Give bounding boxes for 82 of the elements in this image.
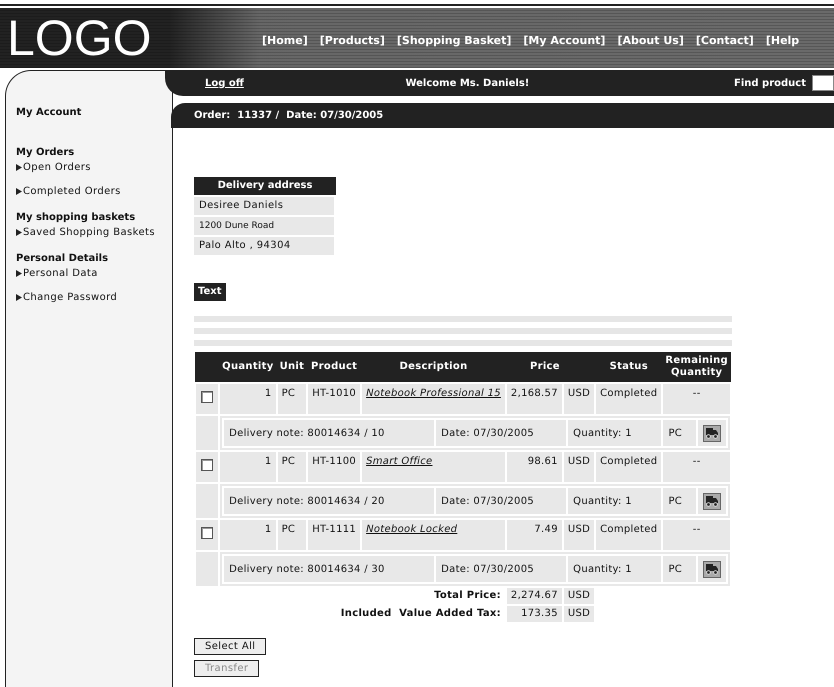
- sidebar-link[interactable]: Saved Shopping Baskets: [16, 225, 172, 249]
- find-field[interactable]: [812, 75, 834, 91]
- column-header: Price: [506, 352, 563, 383]
- row-checkbox[interactable]: [201, 391, 214, 403]
- text-label: Text: [194, 283, 226, 301]
- arrow-icon: [16, 188, 22, 195]
- table-cell: 98.61: [506, 451, 563, 483]
- delivery-quantity: Quantity: 1: [567, 555, 662, 583]
- sidebar-heading: Personal Details: [16, 253, 110, 266]
- column-header: Product: [307, 352, 362, 383]
- nav-link[interactable]: [Home]: [262, 34, 308, 46]
- table-cell: 1: [219, 383, 277, 415]
- column-header: Quantity: [219, 352, 277, 383]
- row-checkbox[interactable]: [201, 459, 214, 471]
- truck-button[interactable]: [703, 560, 721, 578]
- nav-link[interactable]: [My Account]: [523, 34, 606, 46]
- arrow-icon: [16, 294, 22, 301]
- total-value: 2,274.67: [506, 587, 563, 605]
- table-cell: 1: [219, 451, 277, 483]
- nav-link[interactable]: [Contact]: [696, 34, 754, 46]
- table-cell: PC: [276, 383, 308, 415]
- delivery-note: Delivery note: 80014634 / 10: [223, 419, 436, 447]
- delivery-quantity: Quantity: 1: [567, 419, 662, 447]
- delivery-note: Delivery note: 80014634 / 30: [223, 555, 436, 583]
- column-header: Status: [595, 352, 662, 383]
- table-cell: USD: [562, 451, 596, 483]
- nav-link[interactable]: [About Us]: [617, 34, 684, 46]
- column-header: Description: [361, 352, 506, 383]
- welcome-text: Welcome Ms. Daniels!: [405, 78, 530, 88]
- sidebar-heading: My shopping baskets: [16, 212, 136, 225]
- table-cell: 1: [219, 519, 277, 551]
- sidebar-heading: My Orders: [16, 147, 76, 160]
- table-cell: --: [662, 519, 731, 551]
- sidebar-link[interactable]: Personal Data: [16, 266, 172, 290]
- delivery-unit: PC: [662, 419, 697, 447]
- table-cell: PC: [276, 519, 308, 551]
- table-cell: --: [662, 451, 731, 483]
- delivery-unit: PC: [662, 487, 697, 515]
- find-label: Find product: [734, 78, 806, 88]
- truck-icon: [705, 495, 719, 507]
- nav-link[interactable]: [Shopping Basket]: [396, 34, 512, 46]
- delivery-unit: PC: [662, 555, 697, 583]
- column-header: Unit: [276, 352, 308, 383]
- table-cell: Completed: [595, 519, 662, 551]
- delivery-date: Date: 07/30/2005: [435, 555, 568, 583]
- delivery-date: Date: 07/30/2005: [435, 487, 568, 515]
- logoff-link[interactable]: Log off: [205, 78, 406, 88]
- total-value: 173.35: [506, 605, 563, 623]
- row-checkbox[interactable]: [201, 527, 214, 539]
- truck-icon: [705, 427, 719, 439]
- table-cell: Completed: [595, 383, 662, 415]
- arrow-icon: [16, 270, 22, 277]
- sidebar-title: My Account: [16, 107, 82, 118]
- sidebar-link[interactable]: Open Orders: [16, 160, 172, 184]
- column-header: Remaining Quantity: [662, 352, 731, 383]
- truck-icon: [705, 563, 719, 575]
- nav-link[interactable]: [Help: [766, 34, 800, 46]
- address-title: Delivery address: [194, 177, 336, 195]
- logo: LOGO: [6, 13, 152, 63]
- table-cell: USD: [562, 383, 596, 415]
- nav-link[interactable]: [Products]: [320, 34, 385, 46]
- table-cell: HT-1010: [307, 383, 362, 415]
- product-link[interactable]: Smart Office: [366, 456, 432, 467]
- delivery-note: Delivery note: 80014634 / 20: [223, 487, 436, 515]
- arrow-icon: [16, 164, 22, 171]
- delivery-date: Date: 07/30/2005: [435, 419, 568, 447]
- sidebar-link[interactable]: Change Password: [16, 290, 172, 314]
- order-header: Order: 11337 / Date: 07/30/2005: [171, 103, 834, 128]
- truck-button[interactable]: [703, 492, 721, 510]
- table-cell: 7.49: [506, 519, 563, 551]
- sidebar-link[interactable]: Completed Orders: [16, 184, 172, 208]
- table-cell: PC: [276, 451, 308, 483]
- delivery-quantity: Quantity: 1: [567, 487, 662, 515]
- table-cell: HT-1100: [307, 451, 362, 483]
- table-cell: USD: [562, 519, 596, 551]
- action-button[interactable]: Select All: [194, 638, 266, 655]
- table-cell: 2,168.57: [506, 383, 563, 415]
- table-cell: Completed: [595, 451, 662, 483]
- table-cell: HT-1111: [307, 519, 362, 551]
- table-cell: --: [662, 383, 731, 415]
- arrow-icon: [16, 229, 22, 236]
- truck-button[interactable]: [703, 424, 721, 442]
